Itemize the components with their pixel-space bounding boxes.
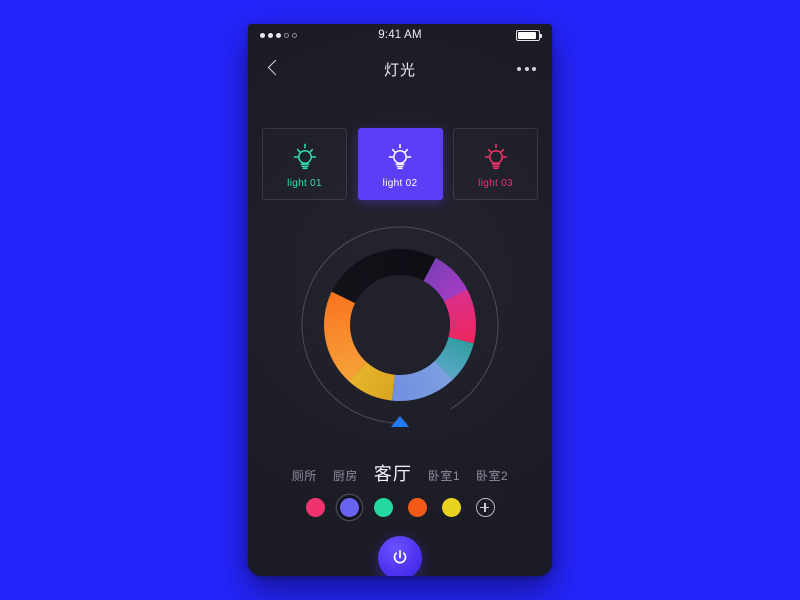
light-card-label: light 01 xyxy=(287,177,322,189)
light-bulb-icon xyxy=(484,143,507,169)
phone-frame: 9:41 AM 灯光 light 01 light 02 light 03 厕所 厨房… xyxy=(248,24,552,576)
status-bar-time: 9:41 AM xyxy=(378,29,422,41)
power-button[interactable] xyxy=(378,536,422,576)
page-title: 灯光 xyxy=(383,61,416,79)
color-swatch-1[interactable] xyxy=(305,498,325,517)
triangle-up-icon xyxy=(391,416,409,427)
color-swatch-3[interactable] xyxy=(373,498,393,517)
color-dial[interactable] xyxy=(295,220,505,430)
color-swatch-list xyxy=(248,498,552,517)
room-tab-5[interactable]: 卧室2 xyxy=(476,467,508,484)
room-tab-1[interactable]: 厕所 xyxy=(292,467,317,484)
color-swatch-5[interactable] xyxy=(441,498,461,517)
color-swatch-2[interactable] xyxy=(339,498,359,517)
room-tab-4[interactable]: 卧室1 xyxy=(428,467,460,484)
battery-fill xyxy=(518,31,537,39)
room-tab-3[interactable]: 客厅 xyxy=(374,460,412,486)
app-screen: 9:41 AM 灯光 light 01 light 02 light 03 厕所 厨房… xyxy=(248,24,552,576)
light-card-label: light 02 xyxy=(382,177,418,189)
color-swatch-4[interactable] xyxy=(407,498,427,517)
light-bulb-icon xyxy=(388,143,412,169)
light-card-1[interactable]: light 01 xyxy=(262,128,347,200)
light-bulb-icon xyxy=(293,143,316,169)
room-tab-list: 厕所 厨房 客厅 卧室1 卧室2 xyxy=(248,460,552,486)
power-icon xyxy=(393,549,407,564)
battery-icon xyxy=(516,29,542,41)
dial-center-hub[interactable] xyxy=(350,275,450,375)
status-bar: 9:41 AM xyxy=(248,24,552,46)
light-card-list: light 01 light 02 light 03 xyxy=(262,128,538,200)
light-card-3[interactable]: light 03 xyxy=(453,128,538,200)
room-tab-2[interactable]: 厨房 xyxy=(333,467,358,484)
light-card-2[interactable]: light 02 xyxy=(357,128,443,200)
light-card-label: light 03 xyxy=(478,177,513,189)
plus-circle-icon[interactable] xyxy=(475,498,495,517)
nav-bar: 灯光 xyxy=(248,46,552,92)
